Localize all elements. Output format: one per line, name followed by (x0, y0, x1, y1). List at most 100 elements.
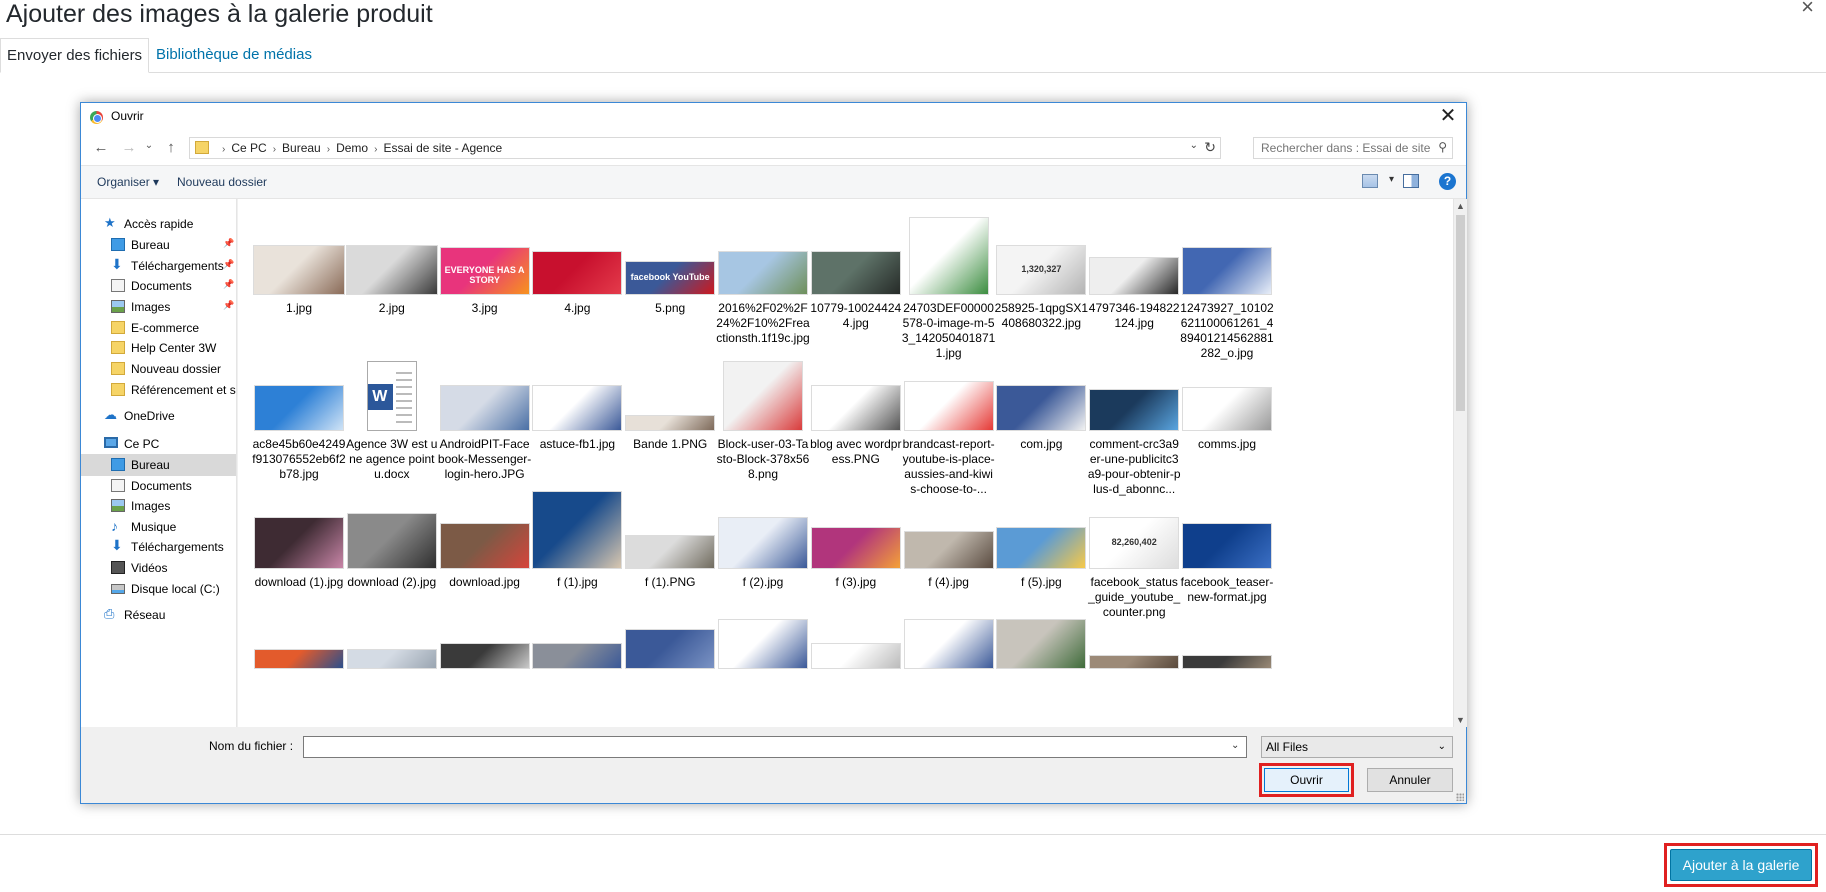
breadcrumb-item[interactable]: Demo (336, 141, 368, 155)
add-to-gallery-highlight: Ajouter à la galerie (1664, 843, 1818, 887)
back-arrow-icon[interactable]: ← (91, 139, 111, 156)
scrollbar-thumb[interactable] (1456, 215, 1465, 411)
modal-tabs: Envoyer des fichiers Bibliothèque de méd… (0, 38, 1826, 73)
breadcrumb: › Ce PC › Bureau › Demo › Essai de site - Agenc… (216, 141, 502, 155)
sidebar-item-label: Help Center 3W (131, 341, 217, 355)
address-bar[interactable]: › Ce PC › Bureau › Demo › Essai de site - Agenc… (189, 137, 1221, 159)
image-thumbnail (625, 629, 716, 669)
music-note-icon: ♪ (111, 518, 118, 534)
file-type-select[interactable]: All Files ⌄ (1261, 736, 1453, 758)
sidebar-item-label: Vidéos (131, 561, 168, 575)
filename-input[interactable] (303, 736, 1247, 758)
image-thumbnail (439, 523, 530, 569)
sidebar-item[interactable]: ⬇ Téléchargements 📌 (81, 255, 236, 277)
image-thumbnail (253, 245, 345, 295)
view-options-chevron-icon[interactable]: ▾ (1389, 174, 1394, 185)
scroll-up-icon[interactable]: ▲ (1456, 201, 1465, 211)
image-thumbnail (903, 619, 994, 669)
resize-grip[interactable] (1456, 793, 1464, 801)
organize-menu-button[interactable]: Organiser ▾ (97, 175, 159, 189)
sidebar-item[interactable]: Ce PC (81, 433, 236, 455)
file-name: f (4).jpg (928, 575, 969, 589)
sidebar-item[interactable]: Disque local (C:) (81, 578, 236, 600)
image-thumbnail (1089, 257, 1180, 295)
up-arrow-icon[interactable]: ↑ (161, 139, 181, 156)
sidebar-item[interactable]: Référencement et s (81, 379, 236, 401)
search-box[interactable]: ⚲ (1253, 137, 1453, 159)
sidebar-item[interactable]: Bureau (81, 454, 236, 476)
desktop-icon (111, 238, 125, 251)
filename-history-chevron-icon[interactable]: ⌄ (1231, 740, 1239, 751)
breadcrumb-item[interactable]: Essai de site - Agence (383, 141, 502, 155)
sidebar-item[interactable]: ⬇ Téléchargements (81, 536, 236, 558)
file-name: 2.jpg (378, 301, 405, 315)
help-icon[interactable]: ? (1439, 173, 1456, 190)
pin-icon: 📌 (223, 279, 235, 289)
recent-locations-chevron-icon[interactable]: ⌄ (139, 140, 159, 151)
tab-media-library[interactable]: Bibliothèque de médias (150, 38, 318, 73)
download-arrow-icon: ⬇ (111, 256, 123, 272)
sidebar-item[interactable]: Nouveau dossier (81, 358, 236, 380)
search-input[interactable] (1261, 141, 1431, 155)
word-document-icon: W (367, 384, 393, 410)
sidebar-item-label: Réseau (124, 608, 166, 622)
image-thumbnail (810, 527, 901, 569)
breadcrumb-separator[interactable]: › (327, 144, 330, 155)
sidebar-item[interactable]: Images 📌 (81, 296, 236, 318)
breadcrumb-item[interactable]: Ce PC (231, 141, 266, 155)
file-name: Agence 3W est une agence pointu.docx (346, 437, 438, 481)
image-thumbnail (254, 649, 344, 669)
file-name: 4.jpg (564, 301, 591, 315)
tab-upload-files[interactable]: Envoyer des fichiers (0, 38, 150, 73)
sidebar-item[interactable]: E-commerce (81, 317, 236, 339)
change-view-icon[interactable] (1362, 174, 1378, 188)
sidebar-item[interactable]: ⎙ Réseau (81, 604, 236, 626)
file-name: 12473927_10102621100061261_4894012145628… (1180, 301, 1274, 360)
sidebar-item[interactable]: ♪ Musique (81, 516, 236, 538)
breadcrumb-item[interactable]: Bureau (282, 141, 321, 155)
sidebar-item[interactable]: ☁ OneDrive (81, 405, 236, 427)
image-thumbnail (903, 381, 994, 431)
scroll-down-icon[interactable]: ▼ (1456, 715, 1465, 725)
cancel-button[interactable]: Annuler (1367, 768, 1453, 792)
file-name: 24703DEF00000578-0-image-m-53_1420504018… (901, 301, 996, 360)
document-icon (111, 479, 125, 492)
file-name: download (2).jpg (347, 575, 437, 589)
image-thumbnail (1182, 387, 1272, 431)
breadcrumb-separator[interactable]: › (374, 144, 377, 155)
forward-arrow-icon[interactable]: → (119, 139, 139, 156)
dialog-close-icon[interactable]: ✕ (1436, 105, 1460, 127)
sidebar-item[interactable]: Documents 📌 (81, 275, 236, 297)
file-name: facebook_teaser-new-format.jpg (1180, 575, 1274, 604)
address-dropdown-chevron-icon[interactable]: ⌄ (1190, 140, 1198, 151)
filename-label: Nom du fichier : (209, 739, 294, 753)
sidebar-item[interactable]: Help Center 3W (81, 337, 236, 359)
refresh-icon[interactable]: ↻ (1204, 139, 1216, 156)
image-thumbnail (1089, 389, 1180, 431)
sidebar-item-label: Téléchargements (131, 540, 224, 554)
modal-close-icon[interactable]: × (1801, 0, 1814, 18)
image-thumbnail (1182, 523, 1272, 569)
file-name: 5.png (655, 301, 686, 315)
preview-pane-icon[interactable] (1403, 174, 1419, 188)
sidebar-item-label: Documents (131, 479, 192, 493)
breadcrumb-separator[interactable]: › (222, 144, 225, 155)
open-button[interactable]: Ouvrir (1264, 768, 1349, 792)
navigation-pane: ★ Accès rapide Bureau 📌 ⬇ Téléchargements 📌 Doc… (81, 199, 237, 727)
file-name: astuce-fb1.jpg (539, 437, 616, 451)
sidebar-item[interactable]: Images (81, 495, 236, 517)
sidebar-item[interactable]: Vidéos (81, 557, 236, 579)
sidebar-item[interactable]: Bureau 📌 (81, 234, 236, 256)
breadcrumb-separator[interactable]: › (273, 144, 276, 155)
sidebar-item[interactable]: ★ Accès rapide (81, 213, 236, 235)
file-name: ac8e45b60e4249f913076552eb6f2b78.jpg (252, 437, 346, 481)
image-thumbnail (1182, 655, 1272, 669)
image-thumbnail (908, 217, 989, 295)
new-folder-button[interactable]: Nouveau dossier (177, 175, 267, 189)
computer-icon (104, 437, 118, 448)
folder-icon (111, 321, 125, 334)
image-thumbnail (532, 643, 623, 669)
add-to-gallery-button[interactable]: Ajouter à la galerie (1670, 849, 1812, 881)
file-list-scrollbar[interactable]: ▲ ▼ (1453, 199, 1467, 727)
sidebar-item[interactable]: Documents (81, 475, 236, 497)
